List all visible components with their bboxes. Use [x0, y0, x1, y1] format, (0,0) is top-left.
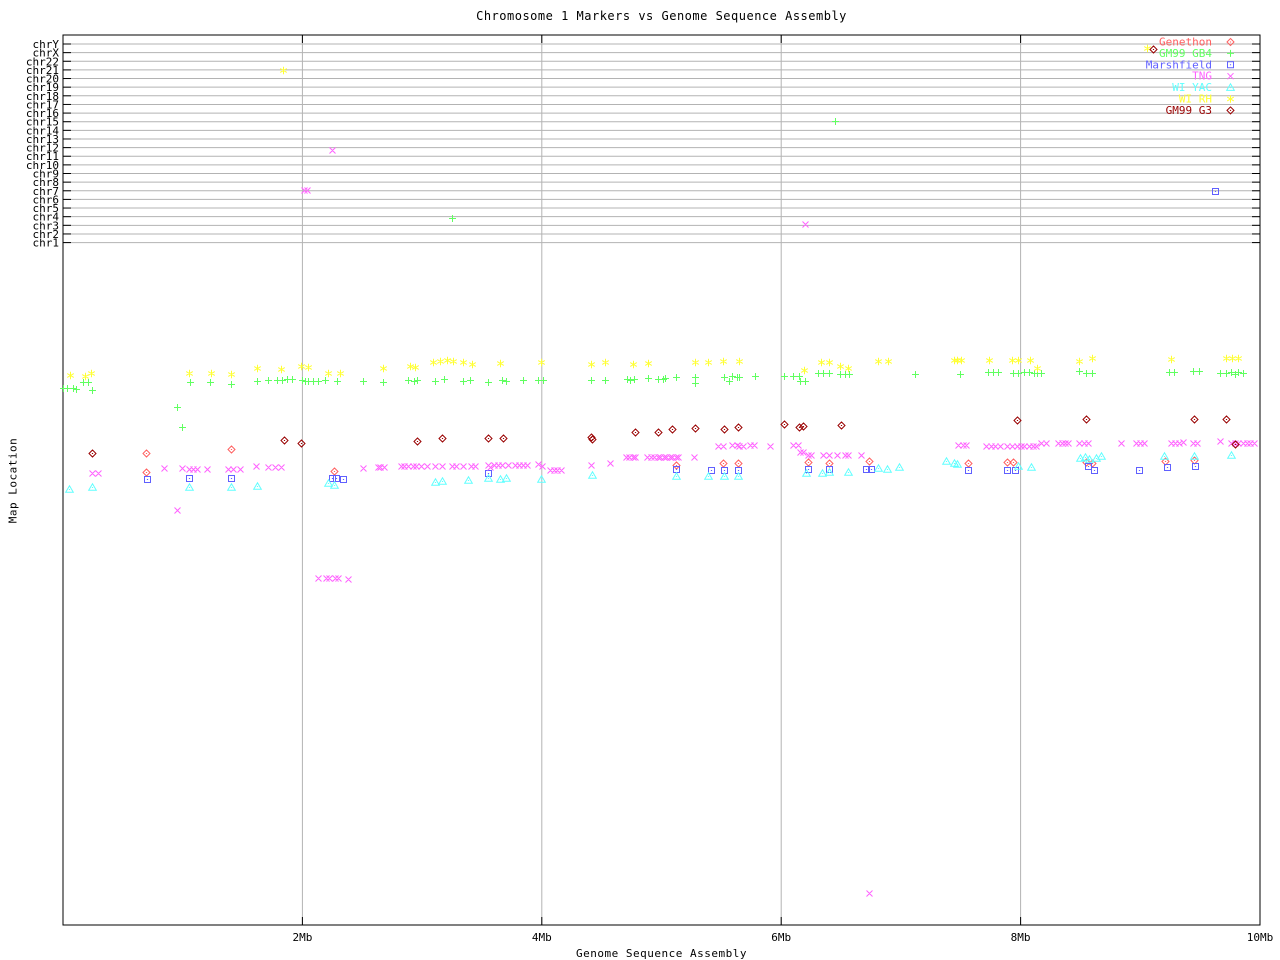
x-tick-label: 2Mb: [292, 931, 312, 944]
legend-marker: [1226, 95, 1235, 103]
x-tick-label: 10Mb: [1247, 931, 1274, 944]
plot-border: [62, 34, 1261, 926]
plot-area: chrYchrXchr22chr21chr20chr19chr18chr17ch…: [26, 34, 1274, 944]
series-gm99-g3-markers: [88, 45, 1240, 458]
y-tick-label: chr1: [33, 237, 60, 250]
legend-label: GM99 G3: [1166, 104, 1212, 117]
legend-marker: [1227, 61, 1234, 69]
chart-canvas: Chromosome 1 Markers vs Genome Sequence …: [0, 0, 1280, 960]
x-tick-label: 6Mb: [771, 931, 791, 944]
legend-marker: [1227, 49, 1234, 57]
series-wi-rh-markers: [66, 44, 1243, 381]
x-tick-label: 8Mb: [1011, 931, 1031, 944]
series-tng-markers: [89, 147, 1258, 897]
x-tick-label: 4Mb: [532, 931, 552, 944]
series-wi-yac-markers: [64, 450, 1237, 493]
series-genethon-markers: [142, 445, 1199, 477]
series-marshfield-markers: [144, 188, 1219, 483]
